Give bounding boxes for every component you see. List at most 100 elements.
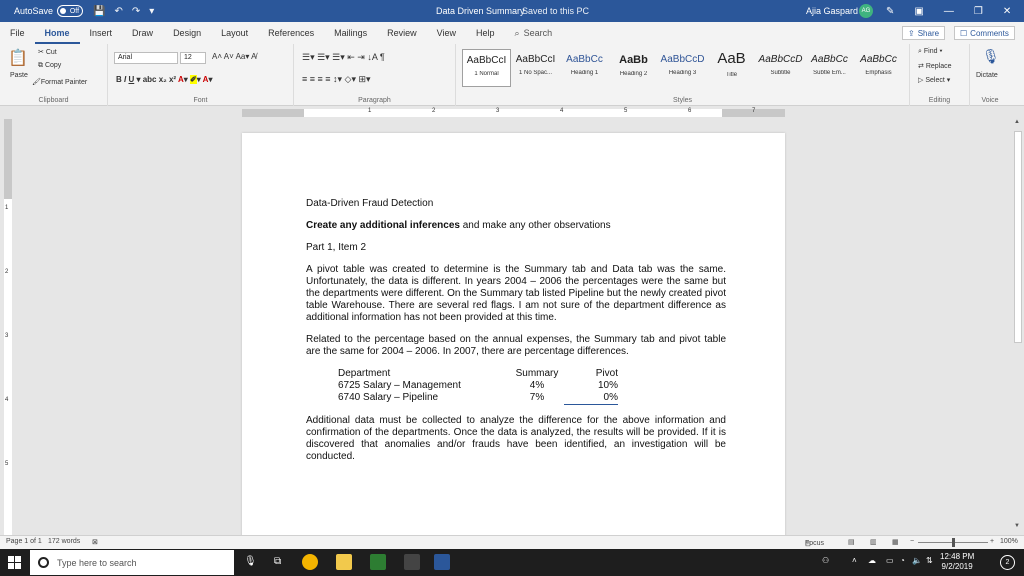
share-button[interactable]: ⇪ Share — [902, 26, 946, 40]
tray-expand-icon[interactable]: ˄ — [852, 556, 857, 565]
scroll-up-icon[interactable]: ▲ — [1014, 119, 1020, 125]
proofing-icon[interactable]: ⊠ — [92, 538, 98, 546]
style-name: Heading 3 — [668, 70, 697, 76]
cut-button[interactable]: ✂ Cut — [38, 48, 57, 56]
replace-button[interactable]: ⇄ Replace — [918, 62, 952, 70]
clear-format-icon[interactable]: A̸ — [251, 52, 256, 61]
tab-draw[interactable]: Draw — [122, 22, 163, 44]
tab-layout[interactable]: Layout — [211, 22, 258, 44]
taskbar-search[interactable]: Type here to search — [30, 550, 234, 575]
user-name[interactable]: Ajia Gaspard — [806, 6, 858, 16]
vruler-top-margin — [4, 119, 12, 199]
tab-mailings[interactable]: Mailings — [324, 22, 377, 44]
microphone-icon[interactable]: 🎙 — [244, 556, 257, 567]
style-tile[interactable]: AaBbCc Heading 1 — [560, 49, 609, 87]
style-tile[interactable]: AaBbCcD Subtitle — [756, 49, 805, 87]
autosave-toggle[interactable]: Off — [57, 5, 84, 17]
font-name-select[interactable]: Arial — [114, 52, 178, 64]
tab-home[interactable]: Home — [34, 22, 80, 44]
font-format-buttons[interactable]: B I U ▾ abc x₂ x² A▾ ✐▾ A▾ — [116, 75, 212, 84]
minimize-icon[interactable]: — — [944, 6, 954, 17]
font-color-icon[interactable]: A — [203, 75, 209, 84]
microphone-icon[interactable]: 🎙 — [982, 48, 1000, 65]
vruler-number: 1 — [5, 205, 9, 211]
font-size-buttons[interactable]: A˄ A˅ Aa▾ A̸ — [212, 52, 257, 61]
app-icon[interactable] — [404, 554, 420, 570]
network-icon[interactable]: ⇅ — [926, 556, 933, 565]
tab-review[interactable]: Review — [377, 22, 427, 44]
style-tile[interactable]: AaBbCc Subtle Em... — [805, 49, 854, 87]
group-label: Editing — [928, 97, 951, 104]
dictate-button[interactable]: Dictate — [976, 72, 998, 79]
zoom-level[interactable]: 100% — [1000, 538, 1018, 545]
clock[interactable]: 12:48 PM 9/2/2019 — [940, 552, 974, 572]
style-tile[interactable]: AaBbCcD Heading 3 — [658, 49, 707, 87]
ribbon-display-icon[interactable]: ▣ — [914, 6, 923, 17]
save-icon[interactable]: 💾 — [93, 6, 105, 17]
style-tile[interactable]: AaBbCcI 1 No Spac... — [511, 49, 560, 87]
web-layout-icon[interactable]: ▦ — [892, 538, 899, 546]
autosave-control[interactable]: AutoSave Off — [14, 5, 84, 17]
tab-help[interactable]: Help — [466, 22, 505, 44]
zoom-out-icon[interactable]: − — [910, 538, 914, 545]
format-painter-button[interactable]: 🖌Format Painter — [32, 78, 87, 86]
group-label: Voice — [981, 97, 999, 104]
read-mode-icon[interactable]: ▤ — [848, 538, 855, 546]
wifi-icon[interactable]: ◔ — [900, 556, 905, 565]
tab-references[interactable]: References — [258, 22, 324, 44]
battery-icon[interactable]: ▭ — [886, 556, 894, 565]
tab-insert[interactable]: Insert — [80, 22, 123, 44]
volume-icon[interactable]: 🔈 — [912, 556, 922, 565]
search-placeholder: Search — [523, 28, 553, 38]
tab-view[interactable]: View — [427, 22, 466, 44]
tab-file[interactable]: File — [0, 22, 35, 44]
tab-design[interactable]: Design — [163, 22, 211, 44]
ribbon-search[interactable]: ⌕ Search — [515, 28, 553, 39]
comments-button[interactable]: ☐ Comments — [954, 26, 1015, 40]
customize-qat-icon[interactable]: ▾ — [149, 6, 154, 17]
print-layout-icon[interactable]: ▥ — [870, 538, 877, 546]
people-icon[interactable]: ⚇ — [822, 556, 829, 565]
font-size-select[interactable]: 12 — [180, 52, 206, 64]
text-effects-icon[interactable]: A — [178, 75, 184, 84]
highlight-icon[interactable]: ✐ — [190, 75, 197, 84]
paste-icon[interactable]: 📋 — [8, 48, 28, 68]
word-icon[interactable] — [434, 554, 450, 570]
avatar[interactable]: AG — [859, 4, 873, 18]
chrome-icon[interactable] — [302, 554, 318, 570]
page-count[interactable]: Page 1 of 1 — [6, 538, 42, 545]
vertical-scrollbar[interactable]: ▲ ▼ — [1012, 119, 1024, 535]
windows-start-icon[interactable] — [8, 556, 21, 569]
pen-icon[interactable]: ✎ — [886, 6, 894, 17]
scroll-down-icon[interactable]: ▼ — [1014, 523, 1020, 529]
file-explorer-icon[interactable] — [336, 554, 352, 570]
list-buttons[interactable]: ☰▾ ☰▾ ☰▾ ⇤ ⇥ ↓A ¶ — [302, 52, 385, 63]
zoom-in-icon[interactable]: + — [990, 538, 994, 545]
undo-icon[interactable]: ↶ — [114, 6, 122, 17]
notification-badge[interactable]: 2 — [1000, 555, 1015, 570]
style-tile[interactable]: AaB Title — [707, 49, 756, 87]
scrollbar-thumb[interactable] — [1014, 131, 1022, 343]
word-count[interactable]: 172 words — [48, 538, 80, 545]
style-tile[interactable]: AaBbCcI 1 Normal — [462, 49, 511, 87]
cloud-icon[interactable]: ☁ — [868, 556, 876, 565]
task-view-icon[interactable]: ⧉ — [274, 556, 281, 567]
group-label: Styles — [672, 97, 693, 104]
table-cell: 4% — [529, 380, 545, 391]
style-tile[interactable]: AaBb Heading 2 — [609, 49, 658, 87]
close-icon[interactable]: ✕ — [1003, 6, 1011, 17]
store-icon[interactable] — [370, 554, 386, 570]
select-button[interactable]: ▷ Select ▾ — [918, 76, 950, 84]
horizontal-ruler[interactable]: 1 2 3 4 5 6 7 — [242, 108, 785, 117]
copy-button[interactable]: ⧉ Copy — [38, 62, 61, 70]
document-page[interactable]: Data-Driven Fraud Detection Create any a… — [242, 133, 785, 535]
style-tile[interactable]: AaBbCc Emphasis — [854, 49, 903, 87]
paste-button[interactable]: Paste — [10, 72, 28, 79]
vertical-ruler[interactable]: 1 2 3 4 5 — [4, 119, 12, 535]
redo-icon[interactable]: ↷ — [132, 6, 140, 17]
zoom-slider-handle[interactable] — [952, 538, 955, 547]
find-button[interactable]: ⌕ Find ▾ — [918, 48, 942, 56]
restore-icon[interactable]: ❐ — [974, 6, 983, 17]
document-body[interactable]: Data-Driven Fraud Detection Create any a… — [306, 198, 726, 473]
alignment-buttons[interactable]: ≡ ≡ ≡ ≡ ↕▾ ◇▾ ⊞▾ — [302, 74, 371, 85]
